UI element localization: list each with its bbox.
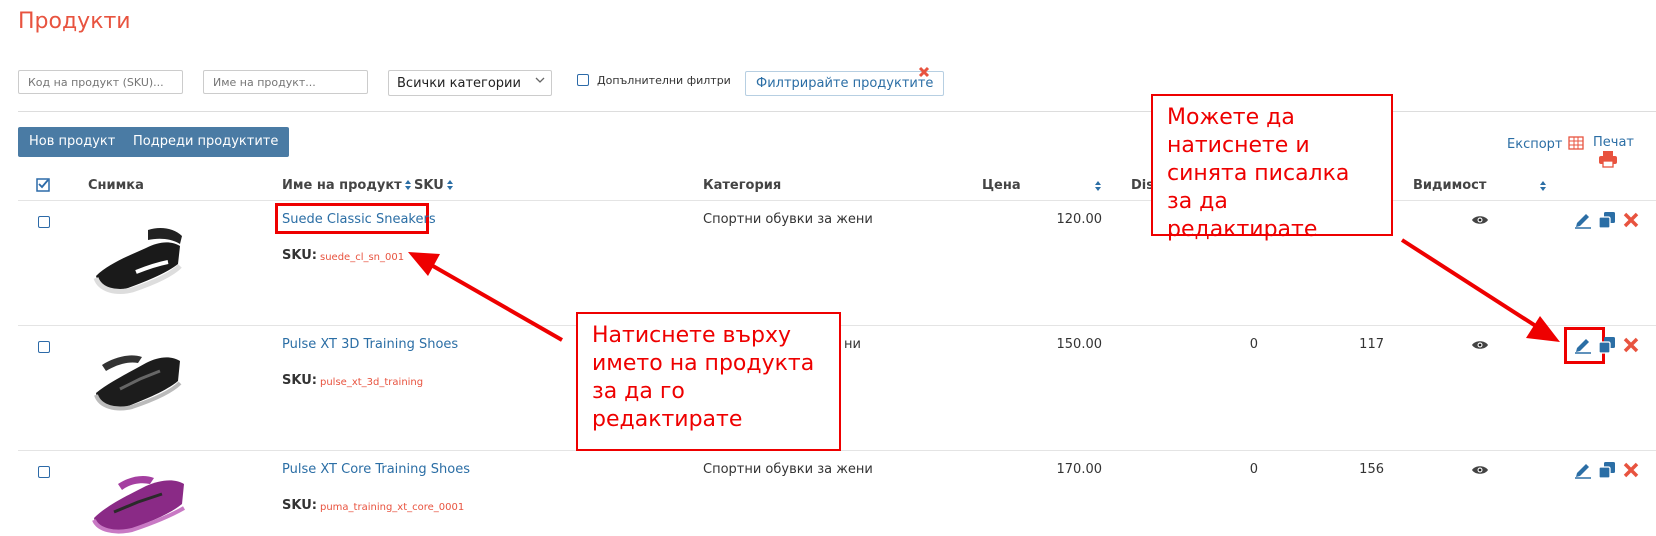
category-select[interactable]: Всички категории <box>388 70 552 96</box>
header-sku-label: SKU <box>414 178 444 193</box>
pencil-icon[interactable] <box>1574 461 1592 479</box>
advanced-filters-toggle[interactable]: Допълнителни филтри <box>577 74 731 87</box>
arrow-to-product-name <box>408 252 563 342</box>
row-checkbox[interactable] <box>38 466 50 478</box>
product-name-link[interactable]: Suede Classic Sneakers <box>282 212 436 227</box>
arrow-to-edit-pencil <box>1400 238 1560 342</box>
product-name-link[interactable]: Pulse XT Core Training Shoes <box>282 462 470 477</box>
category-cell: Спортни обувки за жени <box>703 212 873 227</box>
row-checkbox[interactable] <box>38 341 50 353</box>
sort-icon[interactable] <box>1539 180 1547 192</box>
sku-value: puma_training_xt_core_0001 <box>320 502 465 513</box>
product-image[interactable] <box>88 468 190 536</box>
advanced-filters-label: Допълнителни филтри <box>597 74 731 87</box>
eye-icon[interactable] <box>1471 461 1489 479</box>
header-name-label: Име на продукт <box>282 178 402 193</box>
row-checkbox[interactable] <box>38 216 50 228</box>
edit-pencil-callout: Можете да натиснете и синята писалка за … <box>1151 94 1393 242</box>
export-link[interactable]: Експорт <box>1507 135 1584 152</box>
header-name[interactable]: Име на продукт <box>282 178 412 193</box>
pencil-icon[interactable] <box>1574 336 1592 354</box>
header-sku[interactable]: SKU <box>414 178 454 193</box>
product-name-link[interactable]: Pulse XT 3D Training Shoes <box>282 337 458 352</box>
table-divider <box>18 200 1656 201</box>
eye-icon[interactable] <box>1471 336 1489 354</box>
printer-icon <box>1599 151 1617 168</box>
copy-icon[interactable] <box>1598 461 1616 479</box>
name-search-input[interactable] <box>203 70 368 94</box>
divider <box>18 111 1656 112</box>
sku-search-input[interactable] <box>18 70 183 94</box>
eye-icon[interactable] <box>1471 211 1489 229</box>
discount-cell: 0 <box>1249 462 1258 477</box>
sort-icon[interactable] <box>404 179 412 191</box>
edit-name-callout: Натиснете върху името на продукта за да … <box>576 312 841 451</box>
advanced-filters-checkbox[interactable] <box>577 74 589 86</box>
delete-icon[interactable] <box>1622 211 1640 229</box>
delete-icon[interactable] <box>1622 336 1640 354</box>
sku-value: pulse_xt_3d_training <box>320 377 424 388</box>
copy-icon[interactable] <box>1598 211 1616 229</box>
sku-label: SKU: <box>282 498 317 513</box>
category-cell: Спортни обувки за жени <box>703 462 873 477</box>
delete-icon[interactable] <box>1622 461 1640 479</box>
category-select-value: Всички категории <box>397 76 521 91</box>
header-visibility: Видимост <box>1413 178 1487 193</box>
export-label: Експорт <box>1507 137 1563 152</box>
close-icon[interactable] <box>918 66 930 78</box>
copy-icon[interactable] <box>1598 336 1616 354</box>
header-category: Категория <box>703 178 782 193</box>
product-image[interactable] <box>88 218 186 304</box>
pencil-icon[interactable] <box>1574 211 1592 229</box>
page-title: Продукти <box>18 9 131 34</box>
product-image[interactable] <box>90 343 185 425</box>
price-cell: 150.00 <box>1056 337 1103 352</box>
chevron-down-icon <box>535 77 545 83</box>
print-label: Печат <box>1593 135 1634 150</box>
sort-products-button[interactable]: Подреди продуктите <box>122 127 290 157</box>
price-cell: 120.00 <box>1056 212 1103 227</box>
price-cell: 170.00 <box>1056 462 1103 477</box>
sku-value: suede_cl_sn_001 <box>320 252 405 263</box>
spreadsheet-icon <box>1567 136 1584 150</box>
sort-icon[interactable] <box>1094 180 1102 192</box>
sort-icon[interactable] <box>446 179 454 191</box>
sku-label: SKU: <box>282 373 317 388</box>
header-price: Цена <box>982 178 1021 193</box>
filter-products-button[interactable]: Филтрирайте продуктите <box>745 71 945 96</box>
new-product-button[interactable]: Нов продукт <box>18 127 127 157</box>
select-all-checkbox-icon[interactable] <box>36 177 51 192</box>
header-image: Снимка <box>88 178 144 193</box>
print-link[interactable]: Печат <box>1593 135 1656 169</box>
discount-cell: 0 <box>1249 337 1258 352</box>
quantity-cell: 117 <box>1359 337 1384 352</box>
sku-label: SKU: <box>282 248 317 263</box>
category-cell: ни <box>844 337 861 352</box>
quantity-cell: 156 <box>1359 462 1384 477</box>
